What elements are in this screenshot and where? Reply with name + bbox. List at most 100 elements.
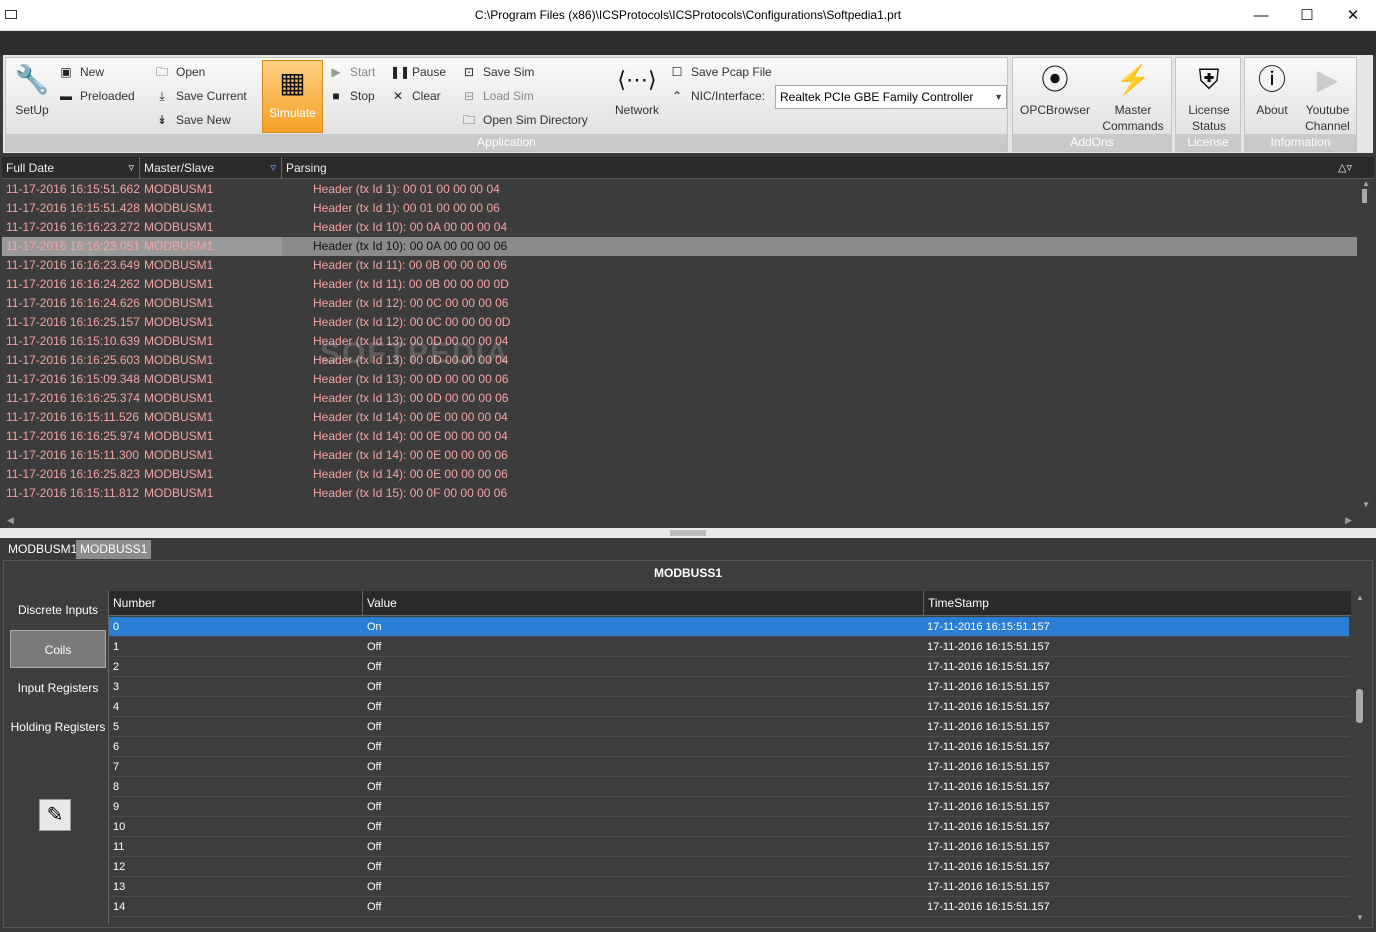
network-button[interactable]: ⟨⋯⟩ Network	[609, 64, 665, 118]
log-row[interactable]: 11-17-2016 16:16:25.374 MODBUSM1 Header (t…	[2, 389, 1357, 408]
table-row[interactable]: 2 Off 17-11-2016 16:15:51.157	[109, 657, 1349, 677]
log-row[interactable]: 11-17-2016 16:15:11.812 MODBUSM1 Header (t…	[2, 484, 1357, 503]
table-row[interactable]: 0 On 17-11-2016 16:15:51.157	[109, 617, 1349, 637]
log-master-slave: MODBUSM1	[144, 239, 214, 253]
pause-button[interactable]: ❚❚ Pause	[390, 62, 446, 82]
table-row[interactable]: 9 Off 17-11-2016 16:15:51.157	[109, 797, 1349, 817]
table-row[interactable]: 14 Off 17-11-2016 16:15:51.157	[109, 897, 1349, 917]
table-row[interactable]: 10 Off 17-11-2016 16:15:51.157	[109, 817, 1349, 837]
application-group: 🔧 SetUp ▣ New ▬ Preloaded 🗀 Open ⤓ Save Curr…	[5, 57, 1008, 152]
coils-button[interactable]: Coils	[10, 630, 106, 668]
coil-number: 12	[113, 861, 126, 873]
filter-icon[interactable]: ▿	[128, 157, 134, 179]
log-row[interactable]: 11-17-2016 16:15:09.348 MODBUSM1 Header (t…	[2, 370, 1357, 389]
input-registers-button[interactable]: Input Registers	[10, 669, 106, 707]
save-pcap-file-checkbox[interactable]: ☐ Save Pcap File	[669, 62, 772, 82]
table-row[interactable]: 7 Off 17-11-2016 16:15:51.157	[109, 757, 1349, 777]
table-row[interactable]: 13 Off 17-11-2016 16:15:51.157	[109, 877, 1349, 897]
column-number[interactable]: Number	[109, 591, 363, 616]
scroll-thumb[interactable]	[1356, 689, 1363, 723]
open-sim-directory-button[interactable]: 🗀 Open Sim Directory	[461, 110, 588, 130]
youtube-channel-button[interactable]: ▶ Youtube Channel	[1299, 64, 1356, 134]
about-button[interactable]: ⓘ About	[1247, 64, 1297, 118]
table-row[interactable]: 12 Off 17-11-2016 16:15:51.157	[109, 857, 1349, 877]
table-row[interactable]: 1 Off 17-11-2016 16:15:51.157	[109, 637, 1349, 657]
filter-active-icon[interactable]: ▿	[270, 157, 276, 179]
table-row[interactable]: 3 Off 17-11-2016 16:15:51.157	[109, 677, 1349, 697]
save-current-button[interactable]: ⤓ Save Current	[154, 86, 246, 106]
log-vertical-scrollbar[interactable]: ▲ ▼	[1359, 179, 1371, 509]
log-row[interactable]: 11-17-2016 16:16:25.974 MODBUSM1 Header (t…	[2, 427, 1357, 446]
table-row[interactable]: 11 Off 17-11-2016 16:15:51.157	[109, 837, 1349, 857]
log-parsing: Header (tx Id 14): 00 0E 00 00 00 04	[313, 429, 508, 443]
master-commands-button[interactable]: ⚡ Master Commands	[1097, 64, 1169, 134]
table-row[interactable]: 8 Off 17-11-2016 16:15:51.157	[109, 777, 1349, 797]
save-sim-button[interactable]: ⊡ Save Sim	[461, 62, 534, 82]
log-row[interactable]: 11-17-2016 16:16:25.823 MODBUSM1 Header (t…	[2, 465, 1357, 484]
start-button[interactable]: ▶ Start	[328, 62, 375, 82]
column-parsing[interactable]: Parsing △▿	[282, 157, 1357, 179]
log-row[interactable]: 11-17-2016 16:16:24.262 MODBUSM1 Header (t…	[2, 275, 1357, 294]
holding-registers-button[interactable]: Holding Registers	[10, 708, 106, 746]
license-status-button[interactable]: ⛨ License Status	[1178, 64, 1240, 134]
coil-value: Off	[367, 861, 382, 873]
log-master-slave: MODBUSM1	[144, 258, 214, 272]
log-horizontal-scrollbar[interactable]: ◀ ▶	[2, 514, 1357, 528]
log-date: 11-17-2016 16:16:25.157	[6, 315, 140, 329]
load-sim-label: Load Sim	[483, 89, 534, 103]
log-row[interactable]: 11-17-2016 16:16:23.649 MODBUSM1 Header (t…	[2, 256, 1357, 275]
discrete-inputs-button[interactable]: Discrete Inputs	[10, 591, 106, 629]
coil-value: Off	[367, 801, 382, 813]
opc-browser-button[interactable]: ⦿ OPCBrowser	[1017, 64, 1093, 118]
application-group-label: Application	[6, 134, 1007, 151]
panel-splitter[interactable]	[0, 528, 1376, 538]
log-row[interactable]: 11-17-2016 16:16:23.051 MODBUSM1 Header (t…	[2, 237, 1357, 256]
sort-filter-icon[interactable]: △▿	[1338, 157, 1352, 179]
table-row[interactable]: 4 Off 17-11-2016 16:15:51.157	[109, 697, 1349, 717]
scroll-down-icon[interactable]: ▼	[1362, 500, 1370, 509]
coil-number: 3	[113, 681, 120, 693]
coils-vertical-scrollbar[interactable]: ▲ ▼	[1352, 591, 1368, 924]
stop-button[interactable]: ■ Stop	[328, 86, 374, 106]
table-row[interactable]: 6 Off 17-11-2016 16:15:51.157	[109, 737, 1349, 757]
open-button[interactable]: 🗀 Open	[154, 62, 205, 82]
nic-interface-label: ⌃ NIC/Interface:	[669, 86, 765, 106]
scroll-up-icon[interactable]: ▲	[1362, 179, 1370, 188]
column-master-slave[interactable]: Master/Slave ▿	[140, 157, 282, 179]
nic-interface-select[interactable]: Realtek PCIe GBE Family Controller ▼	[775, 85, 1007, 109]
chevron-up-icon: ⌃	[671, 89, 683, 103]
column-full-date[interactable]: Full Date ▿	[2, 157, 140, 179]
preloaded-button[interactable]: ▬ Preloaded	[58, 86, 135, 106]
log-row[interactable]: 11-17-2016 16:15:11.526 MODBUSM1 Header (t…	[2, 408, 1357, 427]
coil-timestamp: 17-11-2016 16:15:51.157	[927, 701, 1050, 713]
column-value[interactable]: Value	[363, 591, 924, 616]
column-timestamp[interactable]: TimeStamp	[924, 591, 1351, 616]
minimize-button[interactable]: —	[1238, 0, 1284, 31]
save-new-button[interactable]: ↡ Save New	[154, 110, 231, 130]
simulate-button[interactable]: ▦ Simulate	[262, 60, 323, 133]
setup-button[interactable]: 🔧 SetUp	[10, 64, 54, 118]
log-row[interactable]: 11-17-2016 16:15:51.428 MODBUSM1 Header (t…	[2, 199, 1357, 218]
scroll-thumb[interactable]	[1362, 189, 1367, 203]
table-row[interactable]: 5 Off 17-11-2016 16:15:51.157	[109, 717, 1349, 737]
scroll-up-icon[interactable]: ▲	[1356, 593, 1364, 602]
new-button[interactable]: ▣ New	[58, 62, 104, 82]
log-row[interactable]: 11-17-2016 16:16:23.272 MODBUSM1 Header (t…	[2, 218, 1357, 237]
log-row[interactable]: 11-17-2016 16:16:25.157 MODBUSM1 Header (t…	[2, 313, 1357, 332]
log-row[interactable]: 11-17-2016 16:15:51.662 MODBUSM1 Header (t…	[2, 180, 1357, 199]
log-row[interactable]: 11-17-2016 16:15:10.639 MODBUSM1 Header (t…	[2, 332, 1357, 351]
close-button[interactable]: ✕	[1330, 0, 1376, 31]
clear-button[interactable]: ✕ Clear	[390, 86, 441, 106]
splitter-grip[interactable]	[670, 530, 706, 536]
log-row[interactable]: 11-17-2016 16:16:24.626 MODBUSM1 Header (t…	[2, 294, 1357, 313]
scroll-left-icon[interactable]: ◀	[7, 515, 14, 526]
log-row[interactable]: 11-17-2016 16:15:11.300 MODBUSM1 Header (t…	[2, 446, 1357, 465]
load-sim-button[interactable]: ⊟ Load Sim	[461, 86, 534, 106]
scroll-down-icon[interactable]: ▼	[1356, 913, 1364, 922]
maximize-button[interactable]: ☐	[1284, 0, 1330, 31]
log-row[interactable]: 11-17-2016 16:16:25.603 MODBUSM1 Header (t…	[2, 351, 1357, 370]
scroll-right-icon[interactable]: ▶	[1345, 515, 1352, 526]
edit-button[interactable]: ✎	[39, 799, 71, 831]
tab-modbusm1[interactable]: MODBUSM1	[4, 540, 81, 559]
tab-modbuss1[interactable]: MODBUSS1	[76, 540, 152, 559]
